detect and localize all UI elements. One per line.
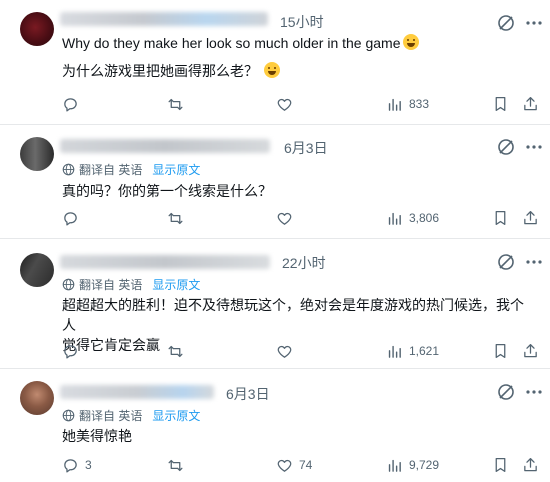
avatar[interactable]: [20, 137, 54, 171]
show-original-link[interactable]: 显示原文: [152, 407, 200, 424]
avatar[interactable]: [20, 381, 54, 415]
tweet-text-line: 她美得惊艳: [62, 428, 132, 444]
reply-icon: [64, 97, 77, 112]
bookmark-icon[interactable]: [492, 454, 509, 476]
tweet-actions: 1,621: [0, 340, 550, 362]
reply-button[interactable]: 3: [62, 454, 92, 476]
share-icon[interactable]: [522, 207, 539, 229]
show-original-link[interactable]: 显示原文: [152, 276, 200, 293]
more-options-icon[interactable]: [524, 382, 544, 402]
retweet-button[interactable]: [167, 93, 190, 115]
avatar[interactable]: [20, 253, 54, 287]
bookmark-icon[interactable]: [492, 93, 509, 115]
author-name-blurred[interactable]: [60, 139, 270, 153]
author-name-blurred[interactable]: [60, 385, 214, 399]
reply-icon: [64, 211, 77, 226]
heart-icon: [277, 459, 292, 472]
views-button[interactable]: 833: [386, 93, 429, 115]
globe-icon: [62, 278, 75, 291]
grok-icon[interactable]: [496, 382, 516, 402]
tweet-text-line: 为什么游戏里把她画得那么老？: [62, 63, 258, 79]
like-button[interactable]: [276, 207, 299, 229]
translated-from-label: 翻译自 英语: [79, 409, 143, 423]
tweet-text: 她美得惊艳: [62, 426, 532, 446]
tears-of-joy-emoji-icon: [263, 62, 280, 78]
tweet-actions: 3 74 9,729: [0, 454, 550, 476]
reply-tweet-1[interactable]: 15小时 Why do they make her look so much o…: [0, 0, 550, 124]
retweet-icon: [168, 98, 183, 110]
grok-icon[interactable]: [496, 252, 516, 272]
share-icon[interactable]: [522, 340, 539, 362]
retweet-button[interactable]: [167, 340, 190, 362]
views-count: 833: [409, 97, 430, 111]
tweet-actions: 3,806: [0, 207, 550, 229]
share-icon[interactable]: [522, 454, 539, 476]
reply-button[interactable]: [62, 340, 85, 362]
author-name-blurred[interactable]: [60, 255, 270, 269]
retweet-button[interactable]: [167, 454, 190, 476]
translation-bar: 翻译自 英语 显示原文: [62, 407, 200, 424]
reply-tweet-4[interactable]: 6月3日 翻译自 英语 显示原文 她美得惊艳 3 74 9,729: [0, 369, 550, 482]
bookmark-icon[interactable]: [492, 340, 509, 362]
views-bar-icon: [388, 212, 401, 225]
views-count: 9,729: [409, 458, 440, 472]
tears-of-joy-emoji-icon: [402, 34, 419, 50]
translated-from-label: 翻译自 英语: [79, 163, 143, 177]
grok-icon[interactable]: [496, 13, 516, 33]
reply-tweet-3[interactable]: 22小时 翻译自 英语 显示原文 超超超大的胜利！迫不及待想玩这个，绝对会是年度…: [0, 239, 550, 368]
views-count: 3,806: [409, 211, 440, 225]
heart-icon: [277, 345, 292, 358]
like-button[interactable]: [276, 93, 299, 115]
tweet-time[interactable]: 15小时: [280, 12, 324, 32]
tweet-time[interactable]: 6月3日: [284, 138, 328, 158]
show-original-link[interactable]: 显示原文: [152, 161, 200, 178]
like-button[interactable]: 74: [276, 454, 312, 476]
reply-icon: [64, 458, 77, 473]
reply-icon: [64, 344, 77, 359]
views-count: 1,621: [409, 344, 440, 358]
tweet-text: Why do they make her look so much older …: [62, 33, 532, 81]
like-count: 74: [299, 458, 313, 472]
heart-icon: [277, 98, 292, 111]
globe-icon: [62, 409, 75, 422]
globe-icon: [62, 163, 75, 176]
avatar[interactable]: [20, 12, 54, 46]
retweet-button[interactable]: [167, 207, 190, 229]
grok-icon[interactable]: [496, 137, 516, 157]
more-options-icon[interactable]: [524, 137, 544, 157]
share-icon[interactable]: [522, 93, 539, 115]
translated-from-label: 翻译自 英语: [79, 278, 143, 292]
heart-icon: [277, 212, 292, 225]
tweet-text-line: 真的吗？你的第一个线索是什么？: [62, 183, 272, 199]
tweet-time[interactable]: 6月3日: [226, 384, 270, 404]
views-button[interactable]: 1,621: [386, 340, 439, 362]
translation-bar: 翻译自 英语 显示原文: [62, 161, 200, 178]
retweet-icon: [168, 212, 183, 224]
views-bar-icon: [388, 98, 401, 111]
views-bar-icon: [388, 345, 401, 358]
tweet-actions: 833: [0, 93, 550, 115]
more-options-icon[interactable]: [524, 252, 544, 272]
views-bar-icon: [388, 459, 401, 472]
retweet-icon: [168, 345, 183, 357]
author-name-blurred[interactable]: [60, 12, 268, 26]
retweet-icon: [168, 459, 183, 471]
views-button[interactable]: 3,806: [386, 207, 439, 229]
tweet-text: 真的吗？你的第一个线索是什么？: [62, 181, 532, 201]
reply-count: 3: [85, 458, 92, 472]
reply-tweet-2[interactable]: 6月3日 翻译自 英语 显示原文 真的吗？你的第一个线索是什么？ 3,806: [0, 125, 550, 238]
tweet-time[interactable]: 22小时: [282, 253, 326, 273]
tweet-text-line: 超超超大的胜利！迫不及待想玩这个，绝对会是年度游戏的热门候选，我个人: [62, 297, 524, 333]
tweet-text-line: Why do they make her look so much older …: [62, 35, 401, 51]
like-button[interactable]: [276, 340, 299, 362]
bookmark-icon[interactable]: [492, 207, 509, 229]
reply-button[interactable]: [62, 93, 85, 115]
translation-bar: 翻译自 英语 显示原文: [62, 276, 200, 293]
more-options-icon[interactable]: [524, 13, 544, 33]
reply-button[interactable]: [62, 207, 85, 229]
views-button[interactable]: 9,729: [386, 454, 439, 476]
